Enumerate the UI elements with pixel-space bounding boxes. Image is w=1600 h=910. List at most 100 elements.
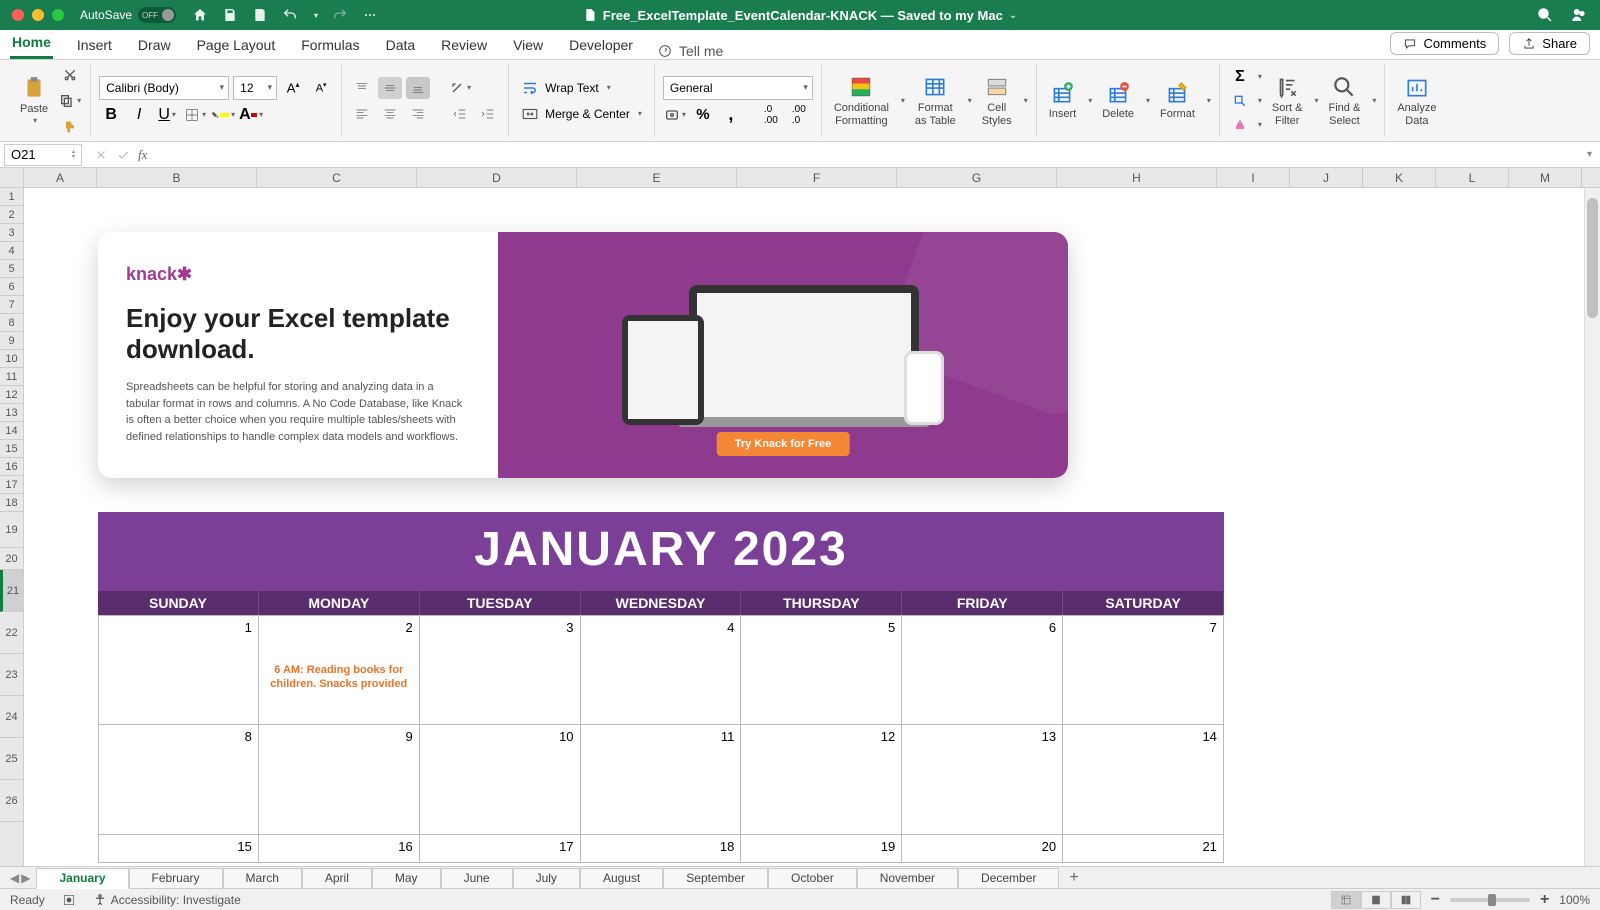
try-knack-button[interactable]: Try Knack for Free <box>717 432 850 456</box>
comma-icon[interactable]: , <box>719 104 743 126</box>
window-maximize[interactable] <box>52 9 64 21</box>
conditional-formatting-button[interactable]: Conditional Formatting <box>830 74 893 126</box>
search-icon[interactable] <box>1536 6 1554 24</box>
bold-button[interactable]: B <box>99 104 123 126</box>
col-header[interactable]: M <box>1509 168 1582 187</box>
font-color-button[interactable]: A▾ <box>239 104 263 126</box>
select-all-corner[interactable] <box>0 168 24 187</box>
row-header[interactable]: 11 <box>0 368 23 386</box>
page-break-view-icon[interactable] <box>1391 891 1421 909</box>
calendar-cell[interactable]: 1 <box>98 615 259 725</box>
col-header[interactable]: B <box>97 168 257 187</box>
accounting-format-icon[interactable]: ▾ <box>663 104 687 126</box>
col-header[interactable]: J <box>1290 168 1363 187</box>
row-header[interactable]: 24 <box>0 696 23 738</box>
worksheet-grid[interactable]: knack✱ Enjoy your Excel template downloa… <box>24 188 1600 866</box>
tab-insert[interactable]: Insert <box>75 31 114 59</box>
title-dropdown-icon[interactable]: ⌄ <box>1009 10 1017 21</box>
percent-icon[interactable]: % <box>691 104 715 126</box>
sort-filter-button[interactable]: Sort & Filter <box>1268 74 1307 126</box>
formula-input[interactable] <box>153 144 1579 166</box>
tab-page-layout[interactable]: Page Layout <box>195 31 278 59</box>
row-header[interactable]: 12 <box>0 386 23 404</box>
tab-home[interactable]: Home <box>10 28 53 59</box>
add-sheet-button[interactable]: + <box>1059 867 1088 889</box>
undo-icon[interactable] <box>282 7 298 23</box>
fill-icon[interactable] <box>1228 90 1252 112</box>
calendar-cell[interactable]: 17 <box>420 835 581 863</box>
sheet-tab[interactable]: September <box>663 868 768 888</box>
sheet-tab[interactable]: July <box>513 868 580 888</box>
row-header[interactable]: 26 <box>0 780 23 822</box>
sheet-tab[interactable]: February <box>129 868 223 888</box>
calendar-cell[interactable]: 20 <box>902 835 1063 863</box>
underline-button[interactable]: U▾ <box>155 104 179 126</box>
row-header[interactable]: 16 <box>0 458 23 476</box>
row-header[interactable]: 15 <box>0 440 23 458</box>
share-button[interactable]: Share <box>1509 32 1590 55</box>
italic-button[interactable]: I <box>127 104 151 126</box>
calendar-cell[interactable]: 18 <box>581 835 742 863</box>
col-header[interactable]: G <box>897 168 1057 187</box>
col-header[interactable]: H <box>1057 168 1217 187</box>
analyze-data-button[interactable]: Analyze Data <box>1393 74 1440 126</box>
align-right-icon[interactable] <box>406 103 430 125</box>
save-icon[interactable] <box>222 7 238 23</box>
zoom-level[interactable]: 100% <box>1559 893 1590 907</box>
zoom-in-button[interactable]: + <box>1540 891 1549 909</box>
expand-formula-bar-icon[interactable]: ▾ <box>1579 149 1600 160</box>
sheet-tab[interactable]: January <box>36 868 128 889</box>
calendar-cell[interactable]: 13 <box>902 725 1063 835</box>
tab-draw[interactable]: Draw <box>136 31 173 59</box>
sheet-nav-next[interactable]: ▶ <box>21 871 30 885</box>
copy-button[interactable]: ▾ <box>58 90 82 112</box>
macro-record-icon[interactable] <box>61 892 77 908</box>
format-painter-button[interactable] <box>58 116 82 138</box>
decrease-indent-icon[interactable] <box>448 103 472 125</box>
increase-font-icon[interactable]: A▴ <box>281 77 305 99</box>
format-as-table-button[interactable]: Format as Table <box>911 74 960 126</box>
align-middle-icon[interactable] <box>378 77 402 99</box>
align-center-icon[interactable] <box>378 103 402 125</box>
decrease-decimal-icon[interactable]: .00.0 <box>787 104 811 126</box>
tab-developer[interactable]: Developer <box>567 31 635 59</box>
calendar-cell[interactable]: 3 <box>420 615 581 725</box>
col-header[interactable]: E <box>577 168 737 187</box>
calendar-cell[interactable]: 14 <box>1063 725 1224 835</box>
accessibility-status[interactable]: Accessibility: Investigate <box>93 893 241 907</box>
row-header[interactable]: 22 <box>0 612 23 654</box>
merge-center-button[interactable]: Merge & Center▾ <box>517 103 646 125</box>
fx-icon[interactable]: fx <box>138 147 147 163</box>
tab-data[interactable]: Data <box>384 31 418 59</box>
tab-review[interactable]: Review <box>439 31 489 59</box>
sheet-tab[interactable]: August <box>580 868 663 888</box>
clear-icon[interactable] <box>1228 114 1252 136</box>
col-header[interactable]: A <box>24 168 97 187</box>
autosum-icon[interactable]: Σ <box>1228 66 1252 88</box>
tab-view[interactable]: View <box>511 31 545 59</box>
paste-button[interactable]: Paste ▾ <box>16 75 52 126</box>
row-header[interactable]: 17 <box>0 476 23 494</box>
row-header[interactable]: 2 <box>0 206 23 224</box>
col-header[interactable]: F <box>737 168 897 187</box>
col-header[interactable]: L <box>1436 168 1509 187</box>
borders-button[interactable]: ▾ <box>183 104 207 126</box>
row-header[interactable]: 19 <box>0 512 23 548</box>
undo-dropdown[interactable]: ▾ <box>314 11 318 20</box>
wrap-text-button[interactable]: Wrap Text▾ <box>517 77 646 99</box>
delete-cells-button[interactable]: Delete <box>1098 80 1138 120</box>
decrease-font-icon[interactable]: A▾ <box>309 77 333 99</box>
insert-cells-button[interactable]: Insert <box>1045 80 1081 120</box>
format-cells-button[interactable]: Format <box>1156 80 1199 120</box>
row-header[interactable]: 4 <box>0 242 23 260</box>
col-header[interactable]: I <box>1217 168 1290 187</box>
redo-icon[interactable] <box>332 7 348 23</box>
row-header[interactable]: 21 <box>0 570 23 612</box>
number-format-combo[interactable]: General <box>663 76 813 100</box>
home-icon[interactable] <box>192 7 208 23</box>
calendar-cell[interactable]: 12 <box>741 725 902 835</box>
align-left-icon[interactable] <box>350 103 374 125</box>
row-header[interactable]: 10 <box>0 350 23 368</box>
increase-indent-icon[interactable] <box>476 103 500 125</box>
calendar-cell[interactable]: 7 <box>1063 615 1224 725</box>
